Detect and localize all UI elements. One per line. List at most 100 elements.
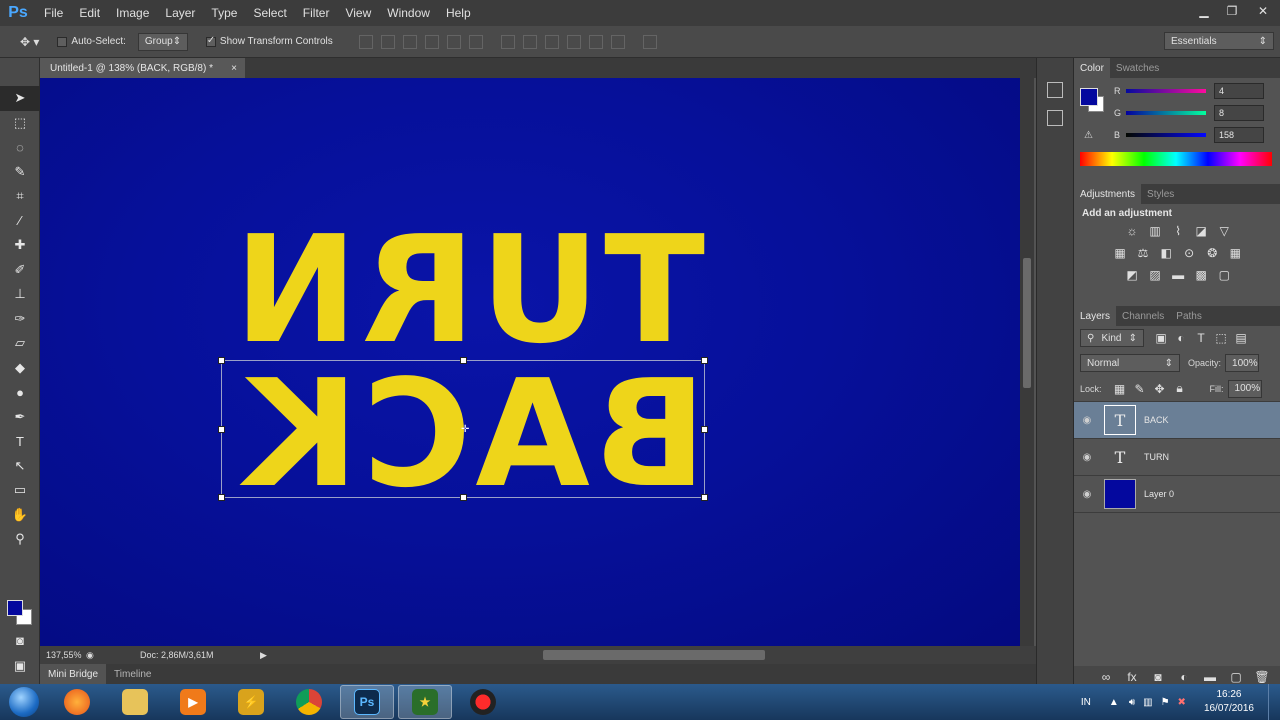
clock[interactable]: 16:26 16/07/2016 [1190, 688, 1268, 716]
transform-handle-ml[interactable] [218, 426, 225, 433]
type-tool-icon[interactable]: T [0, 429, 40, 454]
taskbar-media-player[interactable]: ▶ [166, 685, 220, 719]
status-menu-arrow-icon[interactable]: ▶ [260, 650, 267, 661]
tab-timeline[interactable]: Timeline [106, 664, 159, 684]
move-tool-icon[interactable]: ➤ [0, 86, 40, 111]
horizontal-scrollbar[interactable] [330, 650, 1055, 660]
blue-value[interactable]: 158 [1214, 127, 1264, 143]
auto-align-icon[interactable] [642, 34, 657, 49]
distribute-hcenter-icon[interactable] [588, 34, 603, 49]
filter-shape-icon[interactable]: ⬚ [1212, 330, 1230, 346]
green-slider[interactable] [1126, 111, 1206, 115]
document-tab[interactable]: Untitled-1 @ 138% (BACK, RGB/8) * × [40, 58, 245, 78]
restore-button[interactable]: ❐ [1218, 0, 1246, 22]
close-window-button[interactable]: ✕ [1246, 0, 1280, 22]
screen-mode-icon[interactable]: ▣ [0, 654, 40, 679]
foreground-color-swatch[interactable] [7, 600, 23, 616]
tab-adjustments[interactable]: Adjustments [1074, 184, 1142, 204]
transform-handle-bc[interactable] [460, 494, 467, 501]
distribute-vcenter-icon[interactable] [522, 34, 537, 49]
minimize-button[interactable]: ▁ [1190, 0, 1218, 22]
tab-color[interactable]: Color [1074, 58, 1110, 78]
reference-point-icon[interactable]: ✛ [461, 424, 469, 435]
layer-row-turn[interactable]: ◉ T TURN [1074, 439, 1280, 476]
lock-position-icon[interactable]: ✥ [1151, 381, 1169, 397]
black-white-icon[interactable]: ◧ [1157, 245, 1175, 261]
language-indicator[interactable]: IN [1081, 697, 1091, 708]
flag-icon[interactable]: ⚑ [1161, 697, 1170, 708]
move-tool-preset-icon[interactable]: ✥ ▾ [20, 35, 39, 49]
status-info-icon[interactable]: ◉ [86, 650, 140, 661]
layer-style-icon[interactable]: fx [1123, 669, 1141, 685]
start-button[interactable] [0, 684, 48, 720]
lasso-tool-icon[interactable]: ◌ [0, 135, 40, 160]
lock-all-icon[interactable]: 🔒︎ [1171, 381, 1189, 397]
volume-icon[interactable]: 🔊︎ [1129, 697, 1135, 708]
zoom-tool-icon[interactable]: ⚲ [0, 527, 40, 552]
layer-name[interactable]: TURN [1144, 452, 1169, 462]
blend-mode-dropdown[interactable]: Normal ⇕ [1080, 354, 1180, 372]
eye-icon[interactable]: ◉ [1074, 415, 1100, 426]
filter-adjustment-icon[interactable]: ◐ [1172, 330, 1190, 346]
transform-handle-mr[interactable] [701, 426, 708, 433]
workspace-dropdown[interactable]: Essentials ⇕ [1164, 32, 1274, 50]
dodge-tool-icon[interactable]: ● [0, 380, 40, 405]
eyedropper-tool-icon[interactable]: ⁄ [0, 209, 40, 234]
color-lookup-icon[interactable]: ▦ [1226, 245, 1244, 261]
zoom-level[interactable]: 137,55% [40, 650, 86, 660]
taskbar-photoshop[interactable]: Ps [340, 685, 394, 719]
transform-handle-br[interactable] [701, 494, 708, 501]
filter-pixel-icon[interactable]: ▣ [1152, 330, 1170, 346]
taskbar-file-explorer[interactable] [108, 685, 162, 719]
align-bottom-icon[interactable] [402, 34, 417, 49]
menu-type[interactable]: Type [203, 0, 245, 26]
close-tab-icon[interactable]: × [231, 63, 237, 74]
healing-brush-tool-icon[interactable]: ✚ [0, 233, 40, 258]
transform-bounding-box[interactable]: ✛ [218, 357, 708, 501]
auto-select-checkbox[interactable] [57, 36, 68, 47]
layer-row-back[interactable]: ◉ T BACK [1074, 402, 1280, 439]
new-layer-icon[interactable]: ▢ [1227, 669, 1245, 685]
transform-handle-tr[interactable] [701, 357, 708, 364]
new-group-icon[interactable]: ▬ [1201, 669, 1219, 685]
color-balance-icon[interactable]: ⚖ [1134, 245, 1152, 261]
horizontal-scroll-thumb[interactable] [543, 650, 765, 660]
quick-select-tool-icon[interactable]: ✎ [0, 160, 40, 185]
network-icon[interactable]: ▥ [1143, 697, 1152, 708]
align-left-icon[interactable] [424, 34, 439, 49]
hue-saturation-icon[interactable]: ▦ [1111, 245, 1129, 261]
show-desktop-button[interactable] [1268, 684, 1280, 720]
vertical-scrollbar[interactable] [1020, 78, 1034, 646]
eye-icon[interactable]: ◉ [1074, 452, 1100, 463]
threshold-icon[interactable]: ▬ [1169, 267, 1187, 283]
color-spectrum[interactable] [1080, 152, 1272, 166]
taskbar-movie-maker[interactable]: ★ [398, 685, 452, 719]
brush-tool-icon[interactable]: ✐ [0, 258, 40, 283]
menu-select[interactable]: Select [245, 0, 294, 26]
delete-layer-icon[interactable]: 🗑︎ [1253, 669, 1271, 685]
opacity-input[interactable]: 100% [1225, 354, 1260, 372]
path-select-tool-icon[interactable]: ↖ [0, 454, 40, 479]
distribute-top-icon[interactable] [500, 34, 515, 49]
tray-expand-icon[interactable]: ▲ [1109, 697, 1119, 708]
posterize-icon[interactable]: ▨ [1146, 267, 1164, 283]
align-right-icon[interactable] [468, 34, 483, 49]
security-icon[interactable]: ✖ [1178, 697, 1186, 708]
levels-icon[interactable]: ▥ [1146, 223, 1164, 239]
taskbar-firefox[interactable] [50, 685, 104, 719]
transform-handle-tl[interactable] [218, 357, 225, 364]
layer-name[interactable]: BACK [1144, 415, 1169, 425]
properties-panel-icon[interactable] [1047, 110, 1063, 126]
invert-icon[interactable]: ◩ [1123, 267, 1141, 283]
auto-select-dropdown[interactable]: Group ⇕ [137, 32, 188, 51]
channel-mixer-icon[interactable]: ❂ [1203, 245, 1221, 261]
transform-handle-tc[interactable] [460, 357, 467, 364]
blue-slider[interactable] [1126, 133, 1206, 137]
filter-smart-icon[interactable]: ▤ [1232, 330, 1250, 346]
menu-layer[interactable]: Layer [157, 0, 203, 26]
history-panel-icon[interactable] [1047, 82, 1063, 98]
red-slider[interactable] [1126, 89, 1206, 93]
show-transform-checkbox[interactable] [205, 35, 216, 47]
vertical-scroll-thumb[interactable] [1023, 258, 1031, 388]
tab-channels[interactable]: Channels [1116, 306, 1170, 326]
